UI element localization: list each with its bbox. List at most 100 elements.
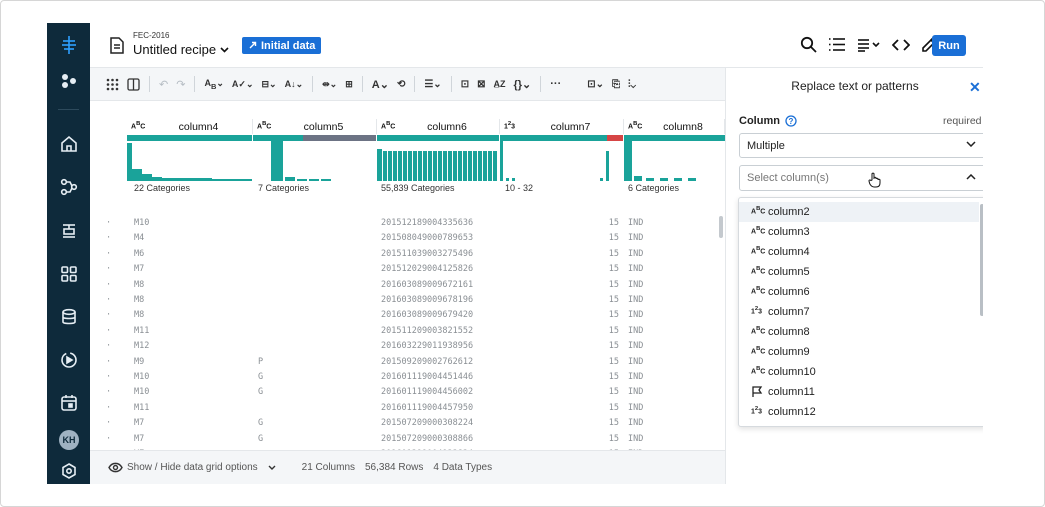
initial-data-badge[interactable]: Initial data bbox=[242, 37, 322, 54]
table-cell[interactable]: G bbox=[258, 418, 263, 428]
histogram-bar[interactable] bbox=[438, 151, 442, 181]
column-option[interactable]: 123 column12 bbox=[739, 402, 979, 422]
table-cell[interactable]: P bbox=[258, 357, 263, 367]
histogram-bar[interactable] bbox=[321, 179, 331, 181]
histogram-bar[interactable] bbox=[624, 141, 632, 181]
histogram-bar[interactable] bbox=[646, 178, 654, 181]
histogram-bar[interactable] bbox=[660, 178, 668, 181]
grid-options-toggle[interactable]: Show / Hide data grid options bbox=[127, 462, 258, 473]
column-header[interactable]: ABC column6 bbox=[377, 119, 500, 134]
table-cell[interactable]: IND bbox=[628, 310, 643, 320]
table-cell[interactable]: M10 bbox=[134, 372, 149, 382]
table-cell[interactable]: 15 bbox=[599, 264, 619, 274]
histogram-bar[interactable] bbox=[423, 151, 427, 181]
column-header[interactable]: ABC column8 bbox=[624, 119, 725, 134]
table-row[interactable]: · M6 201511039003275496 15 IND bbox=[90, 247, 725, 262]
column-histogram[interactable] bbox=[500, 141, 624, 181]
play-icon[interactable] bbox=[47, 346, 90, 374]
settings-icon[interactable] bbox=[47, 457, 90, 484]
table-cell[interactable]: IND bbox=[628, 295, 643, 305]
histogram-bar[interactable] bbox=[202, 178, 212, 181]
table-cell[interactable]: 201512029004125826 bbox=[381, 264, 473, 274]
split-column-icon[interactable]: ⇹⌄ bbox=[319, 74, 340, 94]
histogram-bar[interactable] bbox=[377, 149, 382, 181]
histogram-bar[interactable] bbox=[242, 179, 252, 181]
table-cell[interactable]: 201603089009679420 bbox=[381, 310, 473, 320]
table-cell[interactable]: IND bbox=[628, 249, 643, 259]
table-cell[interactable]: M8 bbox=[134, 295, 144, 305]
sort-az-icon[interactable]: A↓⌄ bbox=[282, 74, 307, 94]
histogram-bar[interactable] bbox=[448, 151, 452, 181]
histogram-bar[interactable] bbox=[297, 179, 307, 181]
table-cell[interactable]: 201512189004335636 bbox=[381, 218, 473, 228]
table-cell[interactable]: M4 bbox=[134, 233, 144, 243]
merge-icon[interactable]: ⊞ bbox=[342, 74, 356, 94]
histogram-bar[interactable] bbox=[398, 151, 402, 181]
list-icon[interactable] bbox=[828, 37, 846, 52]
table-cell[interactable]: G bbox=[258, 434, 263, 444]
change-type-icon[interactable]: AB⌄ bbox=[201, 74, 226, 94]
table-cell[interactable]: 15 bbox=[599, 387, 619, 397]
column-header[interactable]: ABC column4 bbox=[127, 119, 253, 134]
table-cell[interactable]: 15 bbox=[599, 249, 619, 259]
chevron-down-icon[interactable] bbox=[268, 465, 276, 470]
logo-icon[interactable] bbox=[47, 31, 90, 59]
column-histogram[interactable] bbox=[377, 141, 500, 181]
table-cell[interactable]: G bbox=[258, 387, 263, 397]
table-cell[interactable]: 201603089009678196 bbox=[381, 295, 473, 305]
histogram-bar[interactable] bbox=[493, 151, 497, 181]
recipe-icon[interactable] bbox=[47, 217, 90, 245]
eye-icon[interactable] bbox=[108, 462, 123, 473]
apps-icon[interactable] bbox=[47, 260, 90, 288]
close-icon[interactable]: ✕ bbox=[969, 79, 981, 96]
table-cell[interactable]: 15 bbox=[599, 341, 619, 351]
table-cell[interactable]: 15 bbox=[599, 403, 619, 413]
column-histogram[interactable] bbox=[253, 141, 377, 181]
histogram-bar[interactable] bbox=[162, 178, 172, 181]
table-row[interactable]: · M7 G 201507209000308224 15 IND bbox=[90, 416, 725, 431]
histogram-bar[interactable] bbox=[418, 151, 422, 181]
table-row[interactable]: · M10 G 201601119004451446 15 IND bbox=[90, 370, 725, 385]
table-row[interactable]: · M7 G 201507209000308866 15 IND bbox=[90, 432, 725, 447]
table-cell[interactable]: M11 bbox=[134, 326, 149, 336]
table-cell[interactable]: IND bbox=[628, 264, 643, 274]
table-cell[interactable]: 15 bbox=[599, 218, 619, 228]
histogram-bar[interactable] bbox=[478, 151, 482, 181]
column-header[interactable]: 123 column7 bbox=[500, 119, 624, 134]
table-cell[interactable]: 15 bbox=[599, 357, 619, 367]
replace-icon[interactable]: ⟲ bbox=[394, 74, 408, 94]
table-row[interactable]: · M4 201508049000789653 15 IND bbox=[90, 231, 725, 246]
table-cell[interactable]: 201508049000789653 bbox=[381, 233, 473, 243]
histogram-bar[interactable] bbox=[453, 151, 457, 181]
validate-icon[interactable]: A✓⌄ bbox=[229, 74, 257, 94]
histogram-bar[interactable] bbox=[674, 178, 682, 181]
histogram-bar[interactable] bbox=[433, 151, 437, 181]
table-cell[interactable]: 201601119004451446 bbox=[381, 372, 473, 382]
select-area-icon[interactable]: ⊡⌄ bbox=[584, 74, 607, 94]
column-header[interactable]: ABC column5 bbox=[253, 119, 377, 134]
database-icon[interactable] bbox=[47, 303, 90, 331]
histogram-bar[interactable] bbox=[463, 151, 467, 181]
histogram-bar[interactable] bbox=[408, 151, 412, 181]
table-cell[interactable]: M11 bbox=[134, 403, 149, 413]
histogram-bar[interactable] bbox=[688, 178, 696, 181]
histogram-bar[interactable] bbox=[182, 178, 192, 181]
histogram-bar[interactable] bbox=[172, 178, 182, 181]
table-row[interactable]: · M8 201603089009672161 15 IND bbox=[90, 278, 725, 293]
table-cell[interactable]: 201601119004457950 bbox=[381, 403, 473, 413]
table-cell[interactable]: 201601119004456002 bbox=[381, 387, 473, 397]
steps-menu-icon[interactable] bbox=[857, 38, 881, 52]
column-option[interactable]: column11 bbox=[739, 382, 979, 402]
table-cell[interactable]: IND bbox=[628, 357, 643, 367]
table-cell[interactable]: 15 bbox=[599, 326, 619, 336]
column-option[interactable]: 123 column7 bbox=[739, 302, 979, 322]
table-cell[interactable]: M7 bbox=[134, 264, 144, 274]
table-cell[interactable]: 15 bbox=[599, 418, 619, 428]
histogram-bar[interactable] bbox=[309, 179, 319, 181]
histogram-bar[interactable] bbox=[142, 174, 152, 181]
histogram-bar[interactable] bbox=[458, 151, 462, 181]
table-cell[interactable]: IND bbox=[628, 280, 643, 290]
code-icon[interactable] bbox=[892, 38, 910, 52]
histogram-bar[interactable] bbox=[506, 178, 509, 181]
table-row[interactable]: · M10 G 201601119004456002 15 IND bbox=[90, 385, 725, 400]
